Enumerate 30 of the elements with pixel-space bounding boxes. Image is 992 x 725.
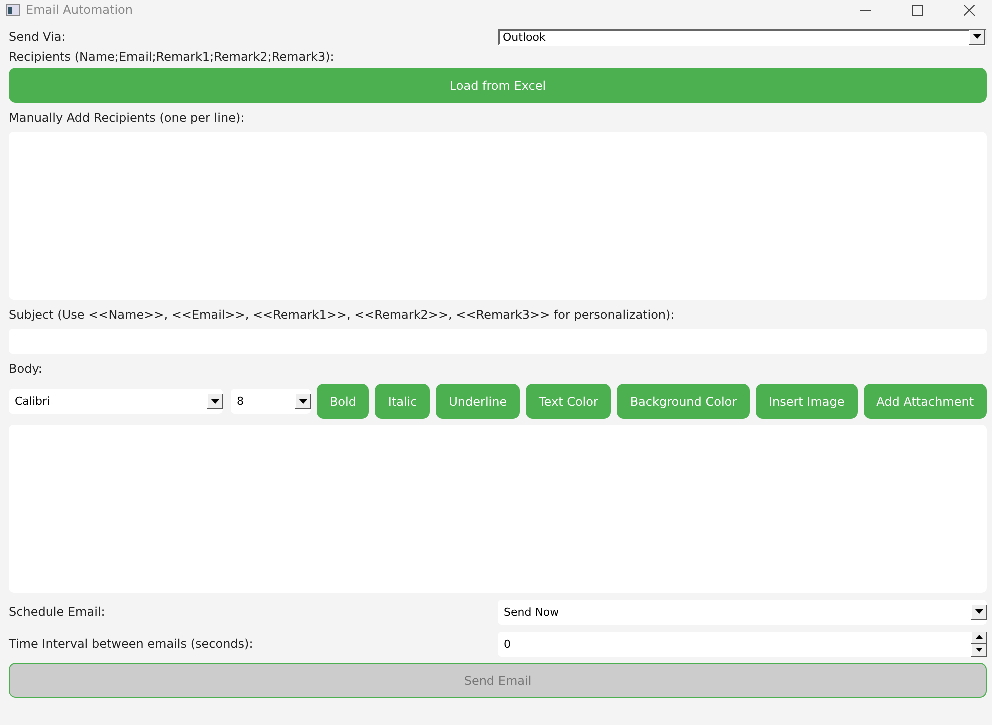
up-arrow-icon[interactable]: [976, 635, 982, 639]
format-button[interactable]: Bold: [317, 384, 370, 419]
interval-label: Time Interval between emails (seconds):: [9, 637, 254, 651]
interval-spinbox[interactable]: 0: [498, 632, 987, 656]
window-title: Email Automation: [26, 3, 134, 17]
font-dropdown[interactable]: Calibri: [9, 389, 223, 414]
caret-icon: [210, 398, 220, 404]
caret-icon: [972, 34, 982, 39]
manual-recipients-label: Manually Add Recipients (one per line):: [9, 110, 245, 124]
format-button[interactable]: Insert Image: [756, 384, 858, 419]
subject-label: Subject (Use <<Name>>, <<Email>>, <<Remark1>>, <<Remark2>>, <<Remark3>> for personalization):: [9, 308, 675, 322]
format-button[interactable]: Background Color: [617, 384, 750, 419]
format-button[interactable]: Italic: [375, 384, 430, 419]
schedule-dropdown[interactable]: Send Now: [498, 600, 987, 624]
down-arrow-icon[interactable]: [976, 648, 982, 652]
format-button[interactable]: Underline: [436, 384, 520, 419]
app-icon: [6, 4, 20, 16]
send-via-label: Send Via:: [9, 30, 66, 44]
caret-icon: [974, 609, 984, 614]
body-label: Body:: [9, 362, 42, 376]
schedule-label: Schedule Email:: [9, 605, 106, 619]
format-button[interactable]: Text Color: [526, 384, 612, 419]
close-icon[interactable]: [964, 4, 974, 16]
size-dropdown[interactable]: 8: [231, 389, 311, 414]
maximize-icon[interactable]: [912, 4, 922, 16]
format-button[interactable]: Add Attachment: [864, 384, 988, 419]
caret-icon: [298, 398, 308, 404]
send-via-dropdown[interactable]: Outlook: [498, 28, 987, 46]
load-excel-button[interactable]: Load from Excel: [9, 68, 987, 103]
recipients-label: Recipients (Name;Email;Remark1;Remark2;Remark3):: [9, 50, 334, 64]
